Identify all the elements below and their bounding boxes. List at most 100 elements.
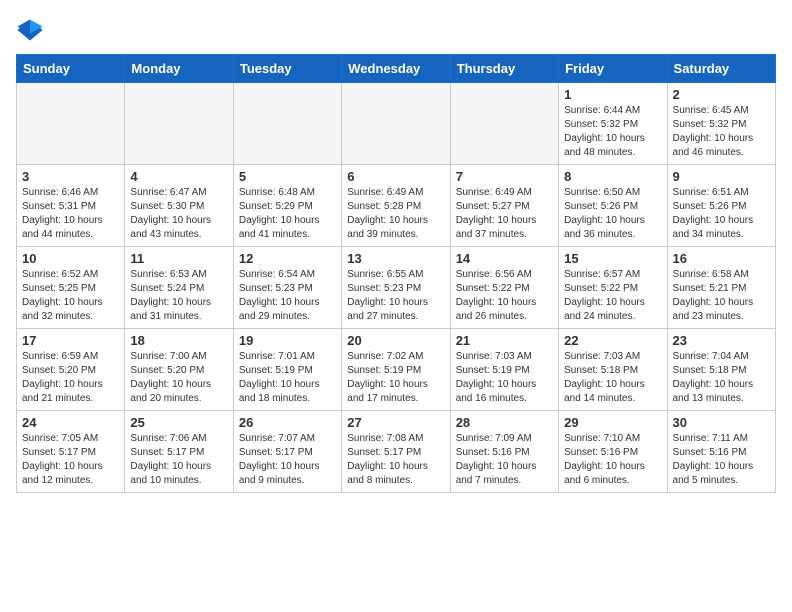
calendar-cell [342, 83, 450, 165]
calendar-cell: 13 Sunrise: 6:55 AM Sunset: 5:23 PM Dayli… [342, 247, 450, 329]
day-number: 15 [564, 251, 661, 266]
day-number: 3 [22, 169, 119, 184]
day-number: 16 [673, 251, 770, 266]
calendar-cell [233, 83, 341, 165]
calendar-cell: 15 Sunrise: 6:57 AM Sunset: 5:22 PM Dayli… [559, 247, 667, 329]
day-number: 8 [564, 169, 661, 184]
calendar-cell: 22 Sunrise: 7:03 AM Sunset: 5:18 PM Dayli… [559, 329, 667, 411]
calendar-header-wednesday: Wednesday [342, 55, 450, 83]
day-number: 22 [564, 333, 661, 348]
day-info: Sunrise: 6:49 AM Sunset: 5:27 PM Dayligh… [456, 186, 553, 242]
day-number: 5 [239, 169, 336, 184]
calendar-cell: 23 Sunrise: 7:04 AM Sunset: 5:18 PM Dayli… [667, 329, 775, 411]
calendar-header-sunday: Sunday [17, 55, 125, 83]
day-info: Sunrise: 6:56 AM Sunset: 5:22 PM Dayligh… [456, 268, 553, 324]
day-number: 14 [456, 251, 553, 266]
day-info: Sunrise: 6:58 AM Sunset: 5:21 PM Dayligh… [673, 268, 770, 324]
calendar-cell: 27Sunrise: 7:08 AM Sunset: 5:17 PM Dayli… [342, 411, 450, 493]
day-number: 25 [130, 415, 227, 430]
calendar-week-row: 24Sunrise: 7:05 AM Sunset: 5:17 PM Dayli… [17, 411, 776, 493]
calendar-cell: 25 Sunrise: 7:06 AM Sunset: 5:17 PM Dayli… [125, 411, 233, 493]
day-number: 18 [130, 333, 227, 348]
calendar-cell: 7 Sunrise: 6:49 AM Sunset: 5:27 PM Daylig… [450, 165, 558, 247]
day-info: Sunrise: 7:03 AM Sunset: 5:18 PM Dayligh… [564, 350, 661, 406]
calendar-cell: 1 Sunrise: 6:44 AM Sunset: 5:32 PM Daylig… [559, 83, 667, 165]
calendar-cell: 18 Sunrise: 7:00 AM Sunset: 5:20 PM Dayli… [125, 329, 233, 411]
calendar-cell: 5 Sunrise: 6:48 AM Sunset: 5:29 PM Daylig… [233, 165, 341, 247]
calendar-week-row: 10Sunrise: 6:52 AM Sunset: 5:25 PM Dayli… [17, 247, 776, 329]
day-info: Sunrise: 7:04 AM Sunset: 5:18 PM Dayligh… [673, 350, 770, 406]
calendar-header-tuesday: Tuesday [233, 55, 341, 83]
day-info: Sunrise: 7:07 AM Sunset: 5:17 PM Dayligh… [239, 432, 336, 488]
logo-icon [16, 16, 44, 44]
day-number: 7 [456, 169, 553, 184]
day-number: 30 [673, 415, 770, 430]
day-number: 11 [130, 251, 227, 266]
calendar-cell: 10Sunrise: 6:52 AM Sunset: 5:25 PM Dayli… [17, 247, 125, 329]
day-info: Sunrise: 6:48 AM Sunset: 5:29 PM Dayligh… [239, 186, 336, 242]
day-info: Sunrise: 7:02 AM Sunset: 5:19 PM Dayligh… [347, 350, 444, 406]
day-number: 29 [564, 415, 661, 430]
day-info: Sunrise: 7:06 AM Sunset: 5:17 PM Dayligh… [130, 432, 227, 488]
calendar-cell [17, 83, 125, 165]
day-info: Sunrise: 6:53 AM Sunset: 5:24 PM Dayligh… [130, 268, 227, 324]
day-number: 21 [456, 333, 553, 348]
calendar-cell: 24Sunrise: 7:05 AM Sunset: 5:17 PM Dayli… [17, 411, 125, 493]
day-number: 13 [347, 251, 444, 266]
calendar-cell: 17 Sunrise: 6:59 AM Sunset: 5:20 PM Dayli… [17, 329, 125, 411]
calendar-cell [450, 83, 558, 165]
day-number: 24 [22, 415, 119, 430]
calendar-cell: 8 Sunrise: 6:50 AM Sunset: 5:26 PM Daylig… [559, 165, 667, 247]
day-info: Sunrise: 7:09 AM Sunset: 5:16 PM Dayligh… [456, 432, 553, 488]
day-number: 26 [239, 415, 336, 430]
day-number: 19 [239, 333, 336, 348]
calendar-cell [125, 83, 233, 165]
day-number: 2 [673, 87, 770, 102]
day-number: 28 [456, 415, 553, 430]
calendar-cell: 29 Sunrise: 7:10 AM Sunset: 5:16 PM Dayli… [559, 411, 667, 493]
day-info: Sunrise: 6:51 AM Sunset: 5:26 PM Dayligh… [673, 186, 770, 242]
calendar-cell: 3Sunrise: 6:46 AM Sunset: 5:31 PM Daylig… [17, 165, 125, 247]
calendar-cell: 21Sunrise: 7:03 AM Sunset: 5:19 PM Dayli… [450, 329, 558, 411]
day-info: Sunrise: 7:08 AM Sunset: 5:17 PM Dayligh… [347, 432, 444, 488]
day-info: Sunrise: 7:10 AM Sunset: 5:16 PM Dayligh… [564, 432, 661, 488]
calendar: SundayMondayTuesdayWednesdayThursdayFrid… [16, 54, 776, 493]
day-info: Sunrise: 6:52 AM Sunset: 5:25 PM Dayligh… [22, 268, 119, 324]
day-number: 9 [673, 169, 770, 184]
day-number: 23 [673, 333, 770, 348]
calendar-header-saturday: Saturday [667, 55, 775, 83]
day-info: Sunrise: 6:44 AM Sunset: 5:32 PM Dayligh… [564, 104, 661, 160]
calendar-header-friday: Friday [559, 55, 667, 83]
day-info: Sunrise: 7:01 AM Sunset: 5:19 PM Dayligh… [239, 350, 336, 406]
day-info: Sunrise: 7:00 AM Sunset: 5:20 PM Dayligh… [130, 350, 227, 406]
day-number: 17 [22, 333, 119, 348]
day-info: Sunrise: 6:54 AM Sunset: 5:23 PM Dayligh… [239, 268, 336, 324]
day-number: 20 [347, 333, 444, 348]
calendar-cell: 2 Sunrise: 6:45 AM Sunset: 5:32 PM Daylig… [667, 83, 775, 165]
calendar-cell: 30 Sunrise: 7:11 AM Sunset: 5:16 PM Dayli… [667, 411, 775, 493]
day-number: 1 [564, 87, 661, 102]
day-number: 4 [130, 169, 227, 184]
day-info: Sunrise: 6:55 AM Sunset: 5:23 PM Dayligh… [347, 268, 444, 324]
day-info: Sunrise: 6:59 AM Sunset: 5:20 PM Dayligh… [22, 350, 119, 406]
calendar-cell: 11 Sunrise: 6:53 AM Sunset: 5:24 PM Dayli… [125, 247, 233, 329]
day-number: 6 [347, 169, 444, 184]
calendar-week-row: 1 Sunrise: 6:44 AM Sunset: 5:32 PM Daylig… [17, 83, 776, 165]
day-info: Sunrise: 6:45 AM Sunset: 5:32 PM Dayligh… [673, 104, 770, 160]
logo [16, 16, 48, 44]
calendar-cell: 12Sunrise: 6:54 AM Sunset: 5:23 PM Dayli… [233, 247, 341, 329]
calendar-cell: 20 Sunrise: 7:02 AM Sunset: 5:19 PM Dayli… [342, 329, 450, 411]
day-info: Sunrise: 6:50 AM Sunset: 5:26 PM Dayligh… [564, 186, 661, 242]
calendar-header-monday: Monday [125, 55, 233, 83]
calendar-cell: 14 Sunrise: 6:56 AM Sunset: 5:22 PM Dayli… [450, 247, 558, 329]
day-info: Sunrise: 6:47 AM Sunset: 5:30 PM Dayligh… [130, 186, 227, 242]
calendar-week-row: 17 Sunrise: 6:59 AM Sunset: 5:20 PM Dayli… [17, 329, 776, 411]
calendar-header-row: SundayMondayTuesdayWednesdayThursdayFrid… [17, 55, 776, 83]
day-info: Sunrise: 6:57 AM Sunset: 5:22 PM Dayligh… [564, 268, 661, 324]
calendar-cell: 9 Sunrise: 6:51 AM Sunset: 5:26 PM Daylig… [667, 165, 775, 247]
calendar-cell: 16 Sunrise: 6:58 AM Sunset: 5:21 PM Dayli… [667, 247, 775, 329]
calendar-header-thursday: Thursday [450, 55, 558, 83]
header [16, 16, 776, 44]
page: SundayMondayTuesdayWednesdayThursdayFrid… [0, 0, 792, 509]
day-info: Sunrise: 7:11 AM Sunset: 5:16 PM Dayligh… [673, 432, 770, 488]
